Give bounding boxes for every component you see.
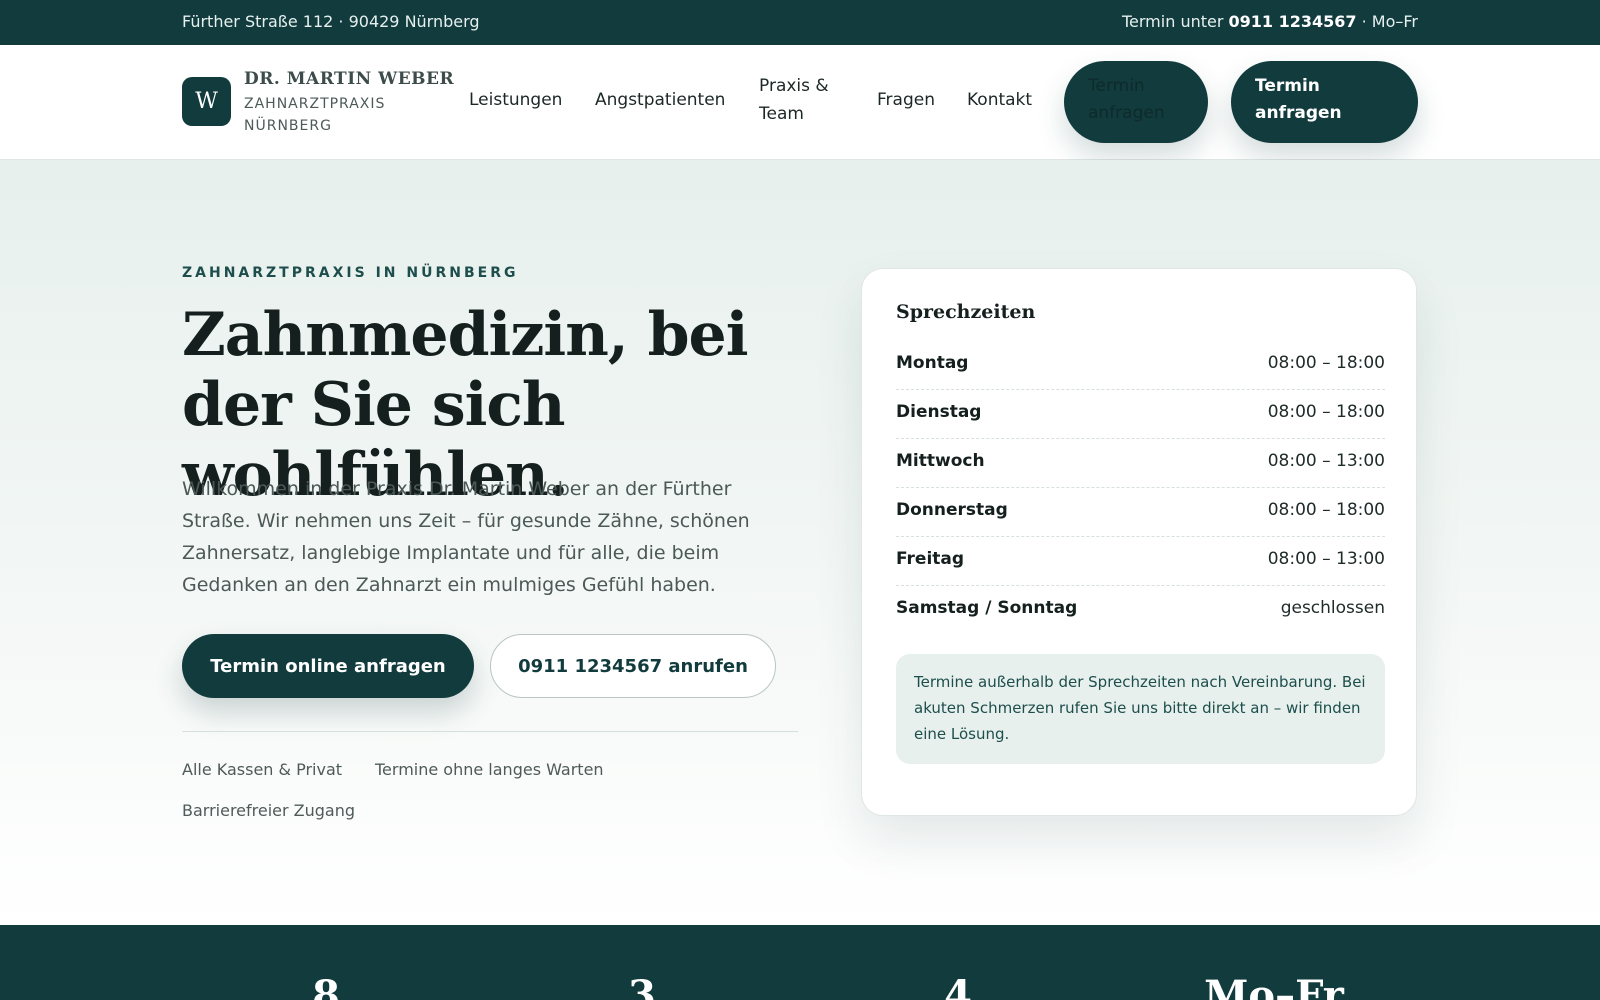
- hours-day: Dienstag: [896, 402, 982, 422]
- feature-insurance: Alle Kassen & Privat: [182, 760, 343, 779]
- feature-no-waiting: Termine ohne langes Warten: [375, 760, 604, 779]
- stat-value: 3: [628, 972, 656, 1000]
- opening-days: · Mo–Fr: [1356, 12, 1418, 31]
- opening-hours-card: Sprechzeiten Montag 08:00 – 18:00 Dienst…: [861, 268, 1417, 816]
- nav-praxis-team[interactable]: Praxis & Team: [759, 72, 851, 128]
- phone-prefix: Termin unter: [1121, 12, 1229, 31]
- hero-divider: [182, 731, 798, 732]
- stat-value: 8: [312, 972, 340, 1000]
- phone-info: Termin unter 0911 1234567 · Mo–Fr: [1122, 12, 1418, 31]
- hero-description: Willkommen in der Praxis Dr. Martin Webe…: [182, 478, 750, 596]
- phone-number-link[interactable]: 0911 1234567: [1229, 12, 1357, 31]
- stat-value: Mo–Fr: [1204, 972, 1344, 1000]
- hours-row: Montag 08:00 – 18:00: [896, 341, 1385, 390]
- nav-angstpatienten[interactable]: Angstpatienten: [595, 86, 725, 114]
- hours-row: Donnerstag 08:00 – 18:00: [896, 488, 1385, 537]
- hours-day: Donnerstag: [896, 500, 1008, 520]
- practice-name[interactable]: DR. MARTIN WEBER: [244, 69, 454, 89]
- practice-subtitle: ZAHNARZTPRAXIS NÜRNBERG: [244, 96, 386, 134]
- hours-time: 08:00 – 13:00: [1267, 549, 1385, 569]
- hero-section: ZAHNARZTPRAXIS IN NÜRNBERG Zahnmedizin, …: [0, 160, 1600, 925]
- hero-eyebrow: ZAHNARZTPRAXIS IN NÜRNBERG: [182, 265, 519, 281]
- feature-accessible: Barrierefreier Zugang: [182, 801, 356, 820]
- nav-fragen[interactable]: Fragen: [877, 86, 935, 114]
- opening-hours-title: Sprechzeiten: [896, 301, 1036, 323]
- logo-icon[interactable]: W: [182, 77, 231, 126]
- call-button[interactable]: 0911 1234567 anrufen: [490, 634, 776, 698]
- hours-day: Montag: [896, 353, 969, 373]
- hours-time: 08:00 – 18:00: [1267, 500, 1385, 520]
- hours-row: Mittwoch 08:00 – 13:00: [896, 439, 1385, 488]
- stats-band: 8 3 4 Mo–Fr: [0, 925, 1600, 1000]
- stat-value: 4: [944, 972, 972, 1000]
- online-appointment-button[interactable]: Termin online anfragen: [182, 634, 474, 698]
- hours-day: Samstag / Sonntag: [896, 598, 1078, 618]
- hours-day: Mittwoch: [896, 451, 985, 471]
- hours-time: geschlossen: [1280, 598, 1385, 618]
- hours-row: Freitag 08:00 – 13:00: [896, 537, 1385, 586]
- hours-row: Samstag / Sonntag geschlossen: [896, 586, 1385, 635]
- appointment-request-button[interactable]: Termin anfragen: [1231, 61, 1418, 143]
- nav-kontakt[interactable]: Kontakt: [967, 86, 1032, 114]
- hours-day: Freitag: [896, 549, 965, 569]
- site-header: W DR. MARTIN WEBER ZAHNARZTPRAXIS NÜRNBE…: [0, 45, 1600, 160]
- appointment-request-button-secondary[interactable]: Termin anfragen: [1064, 61, 1208, 143]
- hours-time: 08:00 – 13:00: [1267, 451, 1385, 471]
- address-text: Fürther Straße 112 · 90429 Nürnberg: [182, 12, 480, 31]
- hours-note: Termine außerhalb der Sprechzeiten nach …: [896, 654, 1385, 764]
- top-info-bar: Fürther Straße 112 · 90429 Nürnberg Term…: [0, 0, 1600, 45]
- hours-time: 08:00 – 18:00: [1267, 353, 1385, 373]
- hours-row: Dienstag 08:00 – 18:00: [896, 390, 1385, 439]
- hours-time: 08:00 – 18:00: [1267, 402, 1385, 422]
- nav-leistungen[interactable]: Leistungen: [469, 86, 562, 114]
